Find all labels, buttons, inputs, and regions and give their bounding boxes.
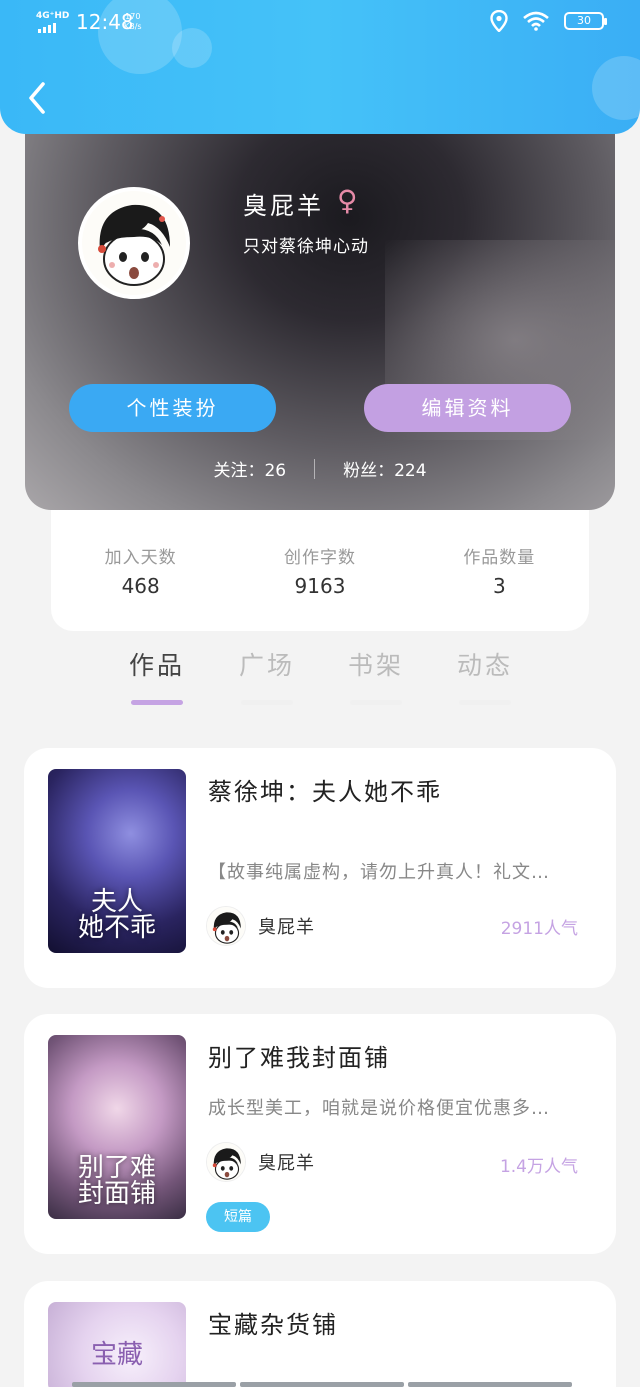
work-description: 【故事纯属虚构，请勿上升真人！礼文… [208, 862, 550, 883]
user-bio: 只对蔡徐坤心动 [243, 237, 369, 257]
work-description: 成长型美工，咱就是说价格便宜优惠多… [208, 1098, 550, 1119]
fans-label: 粉丝： [343, 461, 395, 481]
stat-label: 加入天数 [104, 548, 177, 568]
avatar-illustration [207, 907, 245, 945]
author-name: 臭屁羊 [258, 917, 315, 938]
tab-works[interactable]: 作品 [127, 646, 187, 705]
work-title[interactable]: 宝藏杂货铺 [208, 1305, 338, 1340]
author-row[interactable]: 臭屁羊 [206, 1142, 315, 1182]
author-name: 臭屁羊 [258, 1153, 315, 1174]
speed-unit: KB/s [124, 22, 142, 31]
following-link[interactable]: 关注：26 [213, 456, 286, 481]
stat-value: 3 [492, 574, 506, 598]
short-story-badge: 短篇 [206, 1202, 270, 1232]
wifi-icon [523, 11, 549, 31]
status-icons: 30 [490, 10, 607, 32]
cover-text: 她不乖 [77, 913, 156, 943]
network-speed: 170 KB/s [124, 12, 142, 32]
stat-value: 468 [121, 574, 160, 598]
author-avatar [206, 906, 246, 946]
tab-indicator [131, 700, 183, 705]
cover-title: 夫人 她不乖 [48, 889, 186, 941]
stat-label: 创作字数 [283, 548, 356, 568]
book-cover[interactable]: 宝藏 [48, 1302, 186, 1387]
cover-title: 宝藏 [90, 1340, 143, 1370]
avatar-illustration [82, 191, 186, 295]
battery-icon: 30 [564, 12, 607, 30]
fans-link[interactable]: 粉丝：224 [343, 456, 426, 481]
stat-join-days: 加入天数 468 [66, 543, 216, 631]
edit-profile-button[interactable]: 编辑资料 [364, 384, 571, 432]
stats-card: 加入天数 468 创作字数 9163 作品数量 3 [51, 505, 589, 631]
popularity-count: 2911人气 [500, 919, 578, 939]
tab-label: 书架 [347, 651, 404, 680]
tab-label: 广场 [238, 651, 295, 680]
location-icon [490, 10, 508, 32]
tab-indicator [350, 700, 402, 705]
back-button[interactable] [22, 78, 52, 118]
following-label: 关注： [213, 461, 265, 481]
user-name: 臭屁羊 [243, 192, 324, 220]
top-header: 4G⁺HD 12:48 170 KB/s 30 [0, 0, 640, 134]
author-row[interactable]: 臭屁羊 [206, 906, 315, 946]
book-cover[interactable]: 夫人 她不乖 [48, 769, 186, 953]
cover-text: 封面铺 [77, 1179, 156, 1209]
following-count: 26 [264, 461, 287, 481]
follow-stats: 关注：26 粉丝：224 [25, 456, 615, 481]
tab-label: 作品 [128, 651, 185, 680]
stat-label: 作品数量 [463, 548, 536, 568]
tab-indicator [241, 700, 293, 705]
speed-value: 170 [125, 12, 141, 21]
stat-work-count: 作品数量 3 [424, 543, 574, 631]
tab-bar: 作品 广场 书架 动态 [0, 646, 640, 706]
avatar[interactable] [78, 187, 190, 299]
signal-icon [38, 23, 56, 33]
author-avatar [206, 1142, 246, 1182]
profile-card: 臭屁羊 ♀ 只对蔡徐坤心动 个性装扮 编辑资料 关注：26 粉丝：224 [25, 120, 615, 510]
stat-value: 9163 [294, 574, 346, 598]
cover-title: 别了难 封面铺 [48, 1155, 186, 1207]
stat-word-count: 创作字数 9163 [245, 543, 395, 631]
book-cover[interactable]: 别了难 封面铺 [48, 1035, 186, 1219]
tab-label: 动态 [456, 651, 513, 680]
divider [314, 458, 316, 479]
work-card[interactable]: 宝藏 宝藏杂货铺 [24, 1281, 616, 1387]
tab-bookshelf[interactable]: 书架 [346, 646, 406, 705]
bottom-scroll-indicator [72, 1382, 572, 1387]
personal-dress-button[interactable]: 个性装扮 [69, 384, 276, 432]
female-icon: ♀ [337, 184, 358, 217]
chevron-left-icon [29, 82, 45, 114]
decor-bubble [592, 56, 640, 120]
work-title[interactable]: 别了难我封面铺 [208, 1038, 390, 1073]
network-type: 4G⁺HD [36, 11, 70, 21]
tab-indicator [459, 700, 511, 705]
fans-count: 224 [394, 461, 427, 481]
work-title[interactable]: 蔡徐坤：夫人她不乖 [208, 772, 442, 807]
work-card[interactable]: 夫人 她不乖 蔡徐坤：夫人她不乖 【故事纯属虚构，请勿上升真人！礼文… 臭屁羊 … [24, 748, 616, 988]
tab-square[interactable]: 广场 [237, 646, 297, 705]
avatar-illustration [207, 1143, 245, 1181]
work-card[interactable]: 别了难 封面铺 别了难我封面铺 成长型美工，咱就是说价格便宜优惠多… 臭屁羊 1… [24, 1014, 616, 1254]
popularity-count: 1.4万人气 [499, 1157, 578, 1177]
status-bar: 4G⁺HD 12:48 170 KB/s 30 [0, 8, 640, 40]
tab-dynamics[interactable]: 动态 [455, 646, 515, 705]
